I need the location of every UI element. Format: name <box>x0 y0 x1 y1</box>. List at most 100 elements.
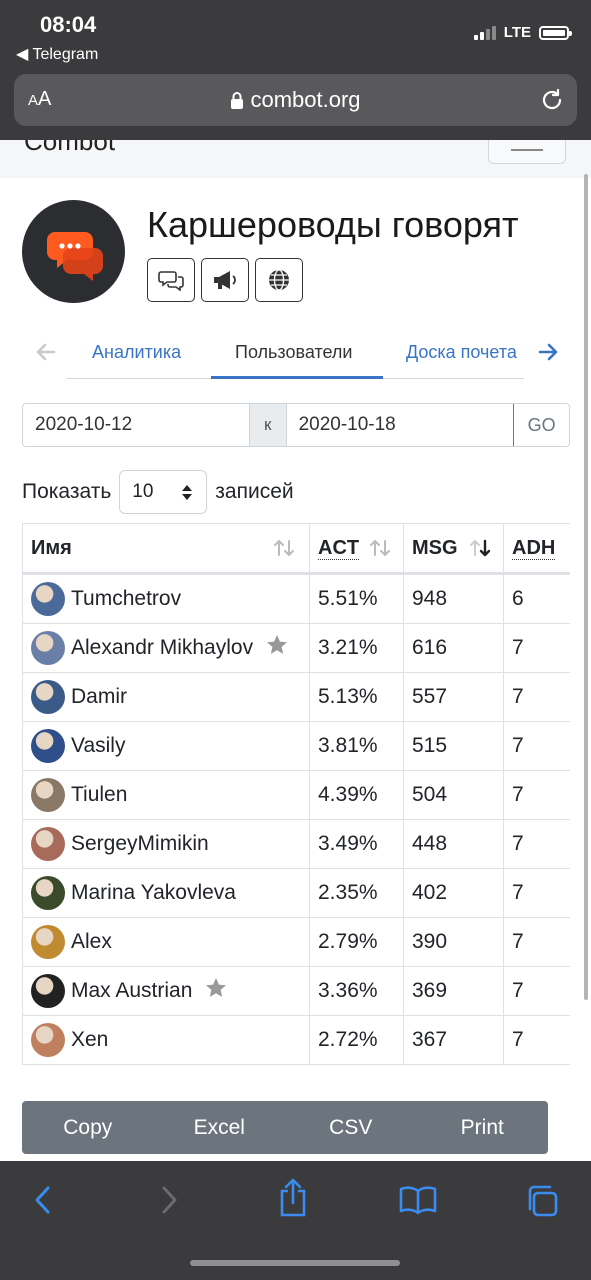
column-header-name[interactable]: Имя <box>22 523 310 575</box>
star-icon <box>204 976 228 1006</box>
home-indicator[interactable] <box>190 1260 400 1266</box>
chat-link-button[interactable] <box>147 258 195 302</box>
announce-button[interactable] <box>201 258 249 302</box>
msg-cell: 948 <box>403 573 504 624</box>
date-from-input[interactable]: 2020-10-12 <box>23 404 250 446</box>
browser-top-chrome: 08:04 ◀ Telegram LTE AA combot.org <box>0 0 591 140</box>
user-name-cell: Alex <box>22 917 310 967</box>
column-header-msg[interactable]: MSG <box>403 523 504 575</box>
site-brand[interactable]: Combot <box>24 140 115 157</box>
tab-leaderboard[interactable]: Доска почета <box>406 342 517 362</box>
user-avatar <box>31 680 65 714</box>
table-row[interactable]: Tumchetrov 5.51% 948 6 <box>22 573 570 624</box>
user-name[interactable]: Vasily <box>71 734 125 758</box>
table-row[interactable]: Marina Yakovleva 2.35% 402 7 <box>22 868 570 918</box>
column-header-ad[interactable]: ADH <box>503 523 570 575</box>
user-name[interactable]: Alexandr Mikhaylov <box>71 636 253 660</box>
lock-icon <box>230 89 244 115</box>
star-icon <box>265 633 289 663</box>
arrow-right-icon[interactable] <box>536 340 560 369</box>
network-label: LTE <box>503 24 531 41</box>
user-name[interactable]: Marina Yakovleva <box>71 881 236 905</box>
address-bar[interactable]: AA combot.org <box>14 74 577 126</box>
table-row[interactable]: SergeyMimikin 3.49% 448 7 <box>22 819 570 869</box>
globe-icon <box>269 269 289 291</box>
date-range-group: 2020-10-12 к 2020-10-18 GO <box>22 403 570 447</box>
bookmarks-icon[interactable] <box>399 1185 437 1220</box>
users-table-wrapper[interactable]: Имя ACT MSG ADH Tumchetrov 5.51% 948 6 A… <box>22 523 570 1069</box>
user-name-cell: Tumchetrov <box>22 573 310 624</box>
table-row[interactable]: Alexandr Mikhaylov 3.21% 616 7 <box>22 623 570 673</box>
table-row[interactable]: Max Austrian 3.36% 369 7 <box>22 966 570 1016</box>
page-scrollbar[interactable] <box>584 174 588 1000</box>
status-indicators: LTE <box>473 24 572 41</box>
back-chevron-icon[interactable] <box>30 1183 56 1222</box>
act-cell: 4.39% <box>309 770 404 820</box>
megaphone-icon <box>214 271 236 289</box>
user-avatar <box>31 778 65 812</box>
entries-select-value: 10 <box>132 481 154 502</box>
sort-desc-icon <box>469 538 491 564</box>
table-row[interactable]: Alex 2.79% 390 7 <box>22 917 570 967</box>
ad-cell: 7 <box>503 1015 570 1065</box>
reload-icon[interactable] <box>539 87 565 118</box>
sort-icon <box>273 538 295 564</box>
csv-button[interactable]: CSV <box>285 1101 417 1154</box>
share-icon[interactable] <box>278 1177 308 1222</box>
msg-cell: 504 <box>403 770 504 820</box>
sort-icon <box>369 538 391 564</box>
menu-toggle-button[interactable] <box>488 140 566 164</box>
tab-users[interactable]: Пользователи <box>235 342 352 363</box>
ad-cell: 7 <box>503 868 570 918</box>
table-row[interactable]: Vasily 3.81% 515 7 <box>22 721 570 771</box>
msg-cell: 369 <box>403 966 504 1016</box>
ad-cell: 7 <box>503 819 570 869</box>
msg-cell: 367 <box>403 1015 504 1065</box>
user-name-cell: Vasily <box>22 721 310 771</box>
users-table: Имя ACT MSG ADH Tumchetrov 5.51% 948 6 A… <box>22 523 570 1065</box>
status-time: 08:04 <box>40 12 97 37</box>
entries-select[interactable]: 10 <box>119 470 208 514</box>
user-name[interactable]: Alex <box>71 930 112 954</box>
table-row[interactable]: Damir 5.13% 557 7 <box>22 672 570 722</box>
website-button[interactable] <box>255 258 303 302</box>
tab-analytics[interactable]: Аналитика <box>92 342 181 363</box>
act-cell: 2.72% <box>309 1015 404 1065</box>
msg-cell: 557 <box>403 672 504 722</box>
user-name[interactable]: Tiulen <box>71 783 127 807</box>
url-field[interactable]: combot.org <box>14 87 577 115</box>
msg-cell: 515 <box>403 721 504 771</box>
forward-chevron-icon[interactable] <box>156 1183 182 1222</box>
excel-button[interactable]: Excel <box>154 1101 286 1154</box>
copy-button[interactable]: Copy <box>22 1101 154 1154</box>
table-row[interactable]: Xen 2.72% 367 7 <box>22 1015 570 1065</box>
user-avatar <box>31 729 65 763</box>
go-button[interactable]: GO <box>513 404 569 446</box>
msg-cell: 616 <box>403 623 504 673</box>
user-name-cell: Max Austrian <box>22 966 310 1016</box>
user-name[interactable]: Damir <box>71 685 127 709</box>
arrow-left-icon[interactable] <box>34 340 58 369</box>
back-to-telegram-link[interactable]: ◀ Telegram <box>16 44 98 64</box>
msg-cell: 402 <box>403 868 504 918</box>
user-name[interactable]: Tumchetrov <box>71 587 181 611</box>
user-avatar <box>31 827 65 861</box>
user-name[interactable]: SergeyMimikin <box>71 832 209 856</box>
entries-suffix: записей <box>215 480 294 503</box>
section-tabs: Аналитика Пользователи Доска почета <box>0 328 591 380</box>
user-name[interactable]: Xen <box>71 1028 108 1052</box>
table-row[interactable]: Tiulen 4.39% 504 7 <box>22 770 570 820</box>
print-button[interactable]: Print <box>417 1101 549 1154</box>
act-cell: 5.13% <box>309 672 404 722</box>
comments-icon <box>158 271 184 291</box>
user-avatar <box>31 974 65 1008</box>
act-cell: 5.51% <box>309 573 404 624</box>
tabs-icon[interactable] <box>524 1183 560 1224</box>
group-avatar <box>22 200 125 303</box>
date-to-input[interactable]: 2020-10-18 <box>287 404 514 446</box>
ad-cell: 7 <box>503 623 570 673</box>
user-name[interactable]: Max Austrian <box>71 979 192 1003</box>
act-cell: 3.36% <box>309 966 404 1016</box>
column-header-act[interactable]: ACT <box>309 523 404 575</box>
user-name-cell: Tiulen <box>22 770 310 820</box>
